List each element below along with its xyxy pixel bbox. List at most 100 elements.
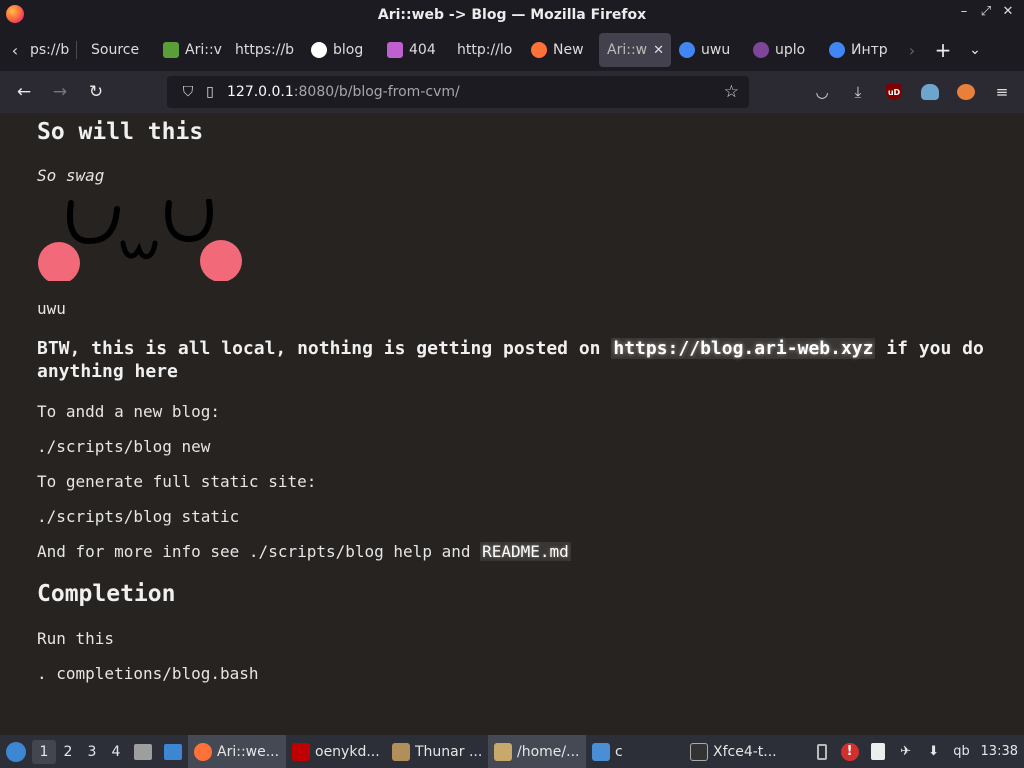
clipboard-icon[interactable] bbox=[869, 743, 887, 761]
tab-7[interactable]: New bbox=[523, 33, 599, 67]
tab-10[interactable]: uplo bbox=[745, 33, 821, 67]
tracking-protection-shield-icon[interactable]: ⛉ bbox=[177, 84, 199, 100]
task-firefox[interactable]: Ari::we... bbox=[188, 735, 286, 768]
ghost-icon bbox=[921, 84, 939, 100]
close-window-button[interactable]: ✕ bbox=[1002, 4, 1014, 19]
tab-label: Source bbox=[91, 42, 140, 58]
left-eye bbox=[67, 200, 120, 245]
firefox-icon bbox=[194, 742, 212, 761]
restore-button[interactable]: ⤢ bbox=[980, 4, 992, 19]
task-label: Xfce4-t... bbox=[713, 743, 777, 760]
update-icon[interactable]: ⬇ bbox=[925, 743, 943, 761]
tab-8-active[interactable]: Ari::w ✕ bbox=[599, 33, 671, 67]
tor-icon bbox=[753, 42, 769, 58]
forward-button[interactable]: → bbox=[42, 76, 78, 108]
app-menu-start-button[interactable] bbox=[0, 735, 32, 768]
right-blush bbox=[200, 240, 242, 281]
clock[interactable]: 13:38 bbox=[981, 744, 1018, 759]
tab-strip: ‹ ps://b Source Ari::v https://b blog 40… bbox=[0, 29, 1024, 71]
fox-extension-icon[interactable] bbox=[954, 76, 978, 108]
reload-button[interactable]: ↻ bbox=[78, 76, 114, 108]
ari-web-icon bbox=[163, 42, 179, 58]
tab-1[interactable]: Source bbox=[77, 33, 155, 67]
task-folder-c[interactable]: c bbox=[586, 735, 684, 768]
qbittorrent-icon[interactable]: qb bbox=[953, 743, 971, 761]
list-all-tabs-button[interactable]: ⌄ bbox=[959, 42, 991, 58]
workspace-1[interactable]: 1 bbox=[32, 739, 56, 764]
task-archive[interactable]: /home/... bbox=[488, 735, 586, 768]
task-thunar[interactable]: Thunar ... bbox=[386, 735, 488, 768]
downloads-icon[interactable]: ⤓ bbox=[846, 76, 870, 108]
url-path: :8080/b/blog-from-cvm/ bbox=[293, 84, 460, 100]
pocket-icon[interactable]: ◡ bbox=[810, 76, 834, 108]
tab-3[interactable]: https://b bbox=[227, 33, 303, 67]
tab-label: 404 bbox=[409, 42, 436, 58]
files-launcher[interactable] bbox=[130, 741, 156, 763]
navigation-toolbar: ← → ↻ ⛉ ▯ 127.0.0.1:8080/b/blog-from-cvm… bbox=[0, 71, 1024, 113]
window-controls: – ⤢ ✕ bbox=[958, 4, 1014, 19]
tab-label: http://lo bbox=[457, 42, 513, 58]
alert-icon[interactable]: ! bbox=[840, 742, 859, 761]
blog-link[interactable]: https://blog.ari-web.xyz bbox=[611, 338, 876, 359]
page-info-icon[interactable]: ▯ bbox=[199, 84, 221, 100]
workspace-3[interactable]: 3 bbox=[80, 744, 104, 760]
ublock-origin-icon[interactable]: uD bbox=[882, 76, 906, 108]
privacy-extension-icon[interactable] bbox=[918, 76, 942, 108]
tab-0[interactable]: ps://b bbox=[30, 33, 76, 67]
run-paragraph: Run this bbox=[37, 629, 115, 648]
task-label: oenykd... bbox=[315, 743, 380, 760]
folder-icon bbox=[592, 742, 610, 761]
fox-icon bbox=[957, 84, 975, 100]
right-eye bbox=[165, 199, 213, 243]
github-icon bbox=[311, 42, 327, 58]
heading-so-will-this: So will this bbox=[37, 119, 204, 145]
uwu-face-image bbox=[38, 199, 242, 281]
distro-logo-icon bbox=[6, 741, 26, 762]
tab-label: Ari::v bbox=[185, 42, 222, 58]
tab-2[interactable]: Ari::v bbox=[155, 33, 227, 67]
archive-icon bbox=[134, 743, 152, 760]
pixel-icon bbox=[387, 42, 403, 58]
generate-paragraph: To generate full static site: bbox=[37, 472, 317, 491]
workspace-4[interactable]: 4 bbox=[104, 744, 128, 760]
heading-completion: Completion bbox=[37, 581, 176, 607]
new-tab-button[interactable]: + bbox=[927, 38, 959, 62]
ublock-badge: uD bbox=[886, 84, 902, 100]
generate-command: ./scripts/blog static bbox=[37, 507, 240, 526]
tab-9[interactable]: uwu bbox=[671, 33, 745, 67]
back-button[interactable]: ← bbox=[6, 76, 42, 108]
btw-text: BTW, this is all local, nothing is getti… bbox=[37, 338, 601, 359]
workspace-2[interactable]: 2 bbox=[56, 744, 80, 760]
firefox-logo-icon bbox=[6, 5, 24, 23]
bookmark-star-icon[interactable]: ☆ bbox=[724, 82, 739, 102]
tab-label: uwu bbox=[701, 42, 731, 58]
tab-5[interactable]: 404 bbox=[379, 33, 449, 67]
taskbar: 1 2 3 4 Ari::we... oenykd... Thunar ... … bbox=[0, 735, 1024, 768]
desktop-launcher[interactable] bbox=[160, 741, 186, 763]
extensions-area: ◡ ⤓ uD ≡ bbox=[810, 76, 1014, 108]
tab-label: Ari::w bbox=[607, 42, 648, 58]
url-bar[interactable]: ⛉ ▯ 127.0.0.1:8080/b/blog-from-cvm/ ☆ bbox=[167, 76, 749, 108]
desktop-icon bbox=[164, 743, 182, 760]
tab-6[interactable]: http://lo bbox=[449, 33, 523, 67]
network-icon[interactable]: ✈ bbox=[897, 743, 915, 761]
scroll-tabs-right-button[interactable]: › bbox=[897, 29, 927, 71]
task-label: Ari::we... bbox=[217, 743, 280, 760]
task-filezilla[interactable]: oenykd... bbox=[286, 735, 386, 768]
url-host: 127.0.0.1 bbox=[227, 84, 294, 100]
system-tray: ! ✈ ⬇ qb 13:38 bbox=[813, 742, 1024, 761]
italic-paragraph: So swag bbox=[37, 166, 104, 185]
tab-4[interactable]: blog bbox=[303, 33, 379, 67]
minimize-button[interactable]: – bbox=[958, 4, 970, 19]
tab-label: https://b bbox=[235, 42, 295, 58]
window-titlebar: Ari::web -> Blog — Mozilla Firefox – ⤢ ✕ bbox=[0, 0, 1024, 29]
app-menu-button[interactable]: ≡ bbox=[990, 76, 1014, 108]
battery-icon[interactable] bbox=[813, 743, 831, 761]
close-tab-icon[interactable]: ✕ bbox=[653, 43, 664, 58]
tab-11[interactable]: Интр bbox=[821, 33, 897, 67]
readme-code: README.md bbox=[480, 542, 571, 561]
scroll-tabs-left-button[interactable]: ‹ bbox=[0, 29, 30, 71]
url-text[interactable]: 127.0.0.1:8080/b/blog-from-cvm/ bbox=[227, 84, 460, 100]
tab-label: Интр bbox=[851, 42, 888, 58]
task-terminal[interactable]: Xfce4-t... bbox=[684, 735, 782, 768]
